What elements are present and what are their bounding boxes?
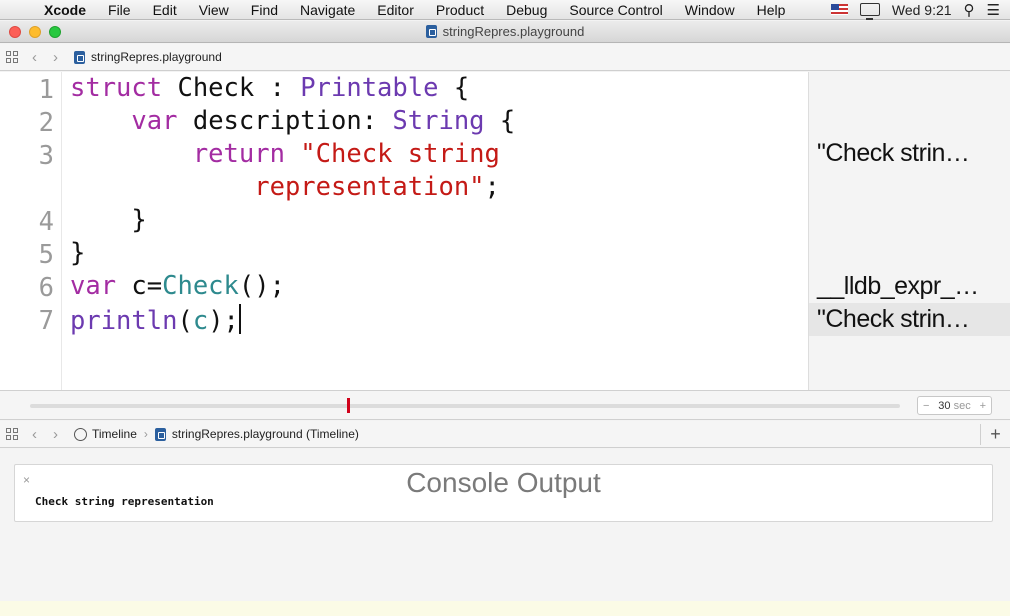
- menu-navigate[interactable]: Navigate: [289, 2, 366, 18]
- notification-center-icon[interactable]: ☰: [987, 1, 1000, 19]
- menu-app-name[interactable]: Xcode: [44, 2, 97, 18]
- back-arrow-icon[interactable]: ‹: [32, 49, 37, 66]
- code-text: {: [438, 73, 470, 103]
- menu-editor[interactable]: Editor: [366, 2, 425, 18]
- code-text: c=: [116, 271, 163, 301]
- back-arrow-icon[interactable]: ‹: [32, 426, 37, 443]
- line-number: 7: [38, 306, 54, 336]
- playground-file-icon: [154, 427, 166, 441]
- string-literal: representation": [254, 172, 485, 202]
- menu-help[interactable]: Help: [746, 2, 797, 18]
- code-line-2[interactable]: var description: String {: [70, 106, 515, 136]
- timeline-track[interactable]: [30, 404, 900, 408]
- code-line-1[interactable]: struct Check : Printable {: [70, 73, 469, 103]
- menu-bar: Xcode File Edit View Find Navigate Edito…: [0, 0, 1010, 20]
- string-literal: "Check string: [284, 139, 500, 169]
- playground-file-icon: [425, 25, 437, 38]
- menu-source-control[interactable]: Source Control: [558, 2, 673, 18]
- console-output-panel: × Console Output Check string representa…: [14, 464, 993, 522]
- code-text: ();: [238, 271, 285, 301]
- function-name: Check: [162, 271, 239, 301]
- code-editor[interactable]: 1 2 3 4 5 6 7 struct Check : Printable {…: [0, 72, 808, 390]
- variable-name: c: [192, 306, 209, 336]
- jump-bar-file[interactable]: stringRepres.playground: [91, 50, 222, 64]
- menu-clock[interactable]: Wed 9:21: [892, 2, 952, 18]
- line-number: 4: [38, 207, 54, 237]
- forward-arrow-icon[interactable]: ›: [53, 426, 58, 443]
- menu-product[interactable]: Product: [425, 2, 495, 18]
- type-name: String: [392, 106, 485, 136]
- menu-file[interactable]: File: [97, 2, 142, 18]
- menu-window[interactable]: Window: [674, 2, 746, 18]
- jump-bar-timeline-file[interactable]: stringRepres.playground (Timeline): [172, 427, 359, 441]
- code-line-4[interactable]: }: [70, 205, 146, 235]
- window-title: stringRepres.playground: [442, 24, 585, 39]
- code-line-7[interactable]: println(c);: [70, 304, 241, 336]
- jump-bar-timeline[interactable]: Timeline: [92, 427, 137, 441]
- minimize-window-button[interactable]: [29, 26, 41, 38]
- add-assistant-editor-button[interactable]: +: [980, 423, 1010, 445]
- line-number: 5: [38, 240, 54, 270]
- related-items-icon[interactable]: [6, 428, 18, 440]
- related-items-icon[interactable]: [6, 51, 18, 63]
- stepper-value: 30: [938, 399, 951, 412]
- playground-file-icon: [74, 50, 85, 64]
- editor-jump-bar: ‹ › stringRepres.playground: [0, 44, 1010, 71]
- line-number: 6: [38, 273, 54, 303]
- keyword: return: [192, 139, 285, 169]
- timeline-bar: − 30 sec +: [0, 390, 1010, 420]
- code-line-5[interactable]: }: [70, 238, 85, 268]
- window-title-bar: stringRepres.playground: [0, 21, 1010, 43]
- text-cursor: [238, 304, 241, 334]
- line-number: 3: [38, 141, 54, 171]
- duration-stepper[interactable]: − 30 sec +: [917, 396, 992, 415]
- timeline-playhead[interactable]: [346, 398, 350, 413]
- zoom-window-button[interactable]: [49, 26, 61, 38]
- function-name: println: [70, 306, 178, 336]
- menu-edit[interactable]: Edit: [142, 2, 188, 18]
- type-name: Printable: [300, 73, 439, 103]
- spotlight-search-icon[interactable]: ⚲: [964, 1, 975, 19]
- breadcrumb-separator-icon: ›: [143, 427, 148, 441]
- code-text: Check :: [162, 73, 301, 103]
- code-line-3[interactable]: return "Check string: [70, 139, 500, 169]
- keyword: var: [70, 271, 117, 301]
- code-text: {: [484, 106, 516, 136]
- results-sidebar: "Check strin… __lldb_expr_… "Check strin…: [808, 72, 1010, 390]
- stepper-increment-button[interactable]: +: [980, 400, 986, 412]
- bottom-strip: [0, 601, 1010, 616]
- line-number: 1: [38, 75, 54, 105]
- keyword: struct: [70, 73, 163, 103]
- menu-extras: Wed 9:21 ⚲ ☰: [830, 1, 1010, 20]
- window-controls: [9, 26, 61, 38]
- input-source-flag-icon[interactable]: [830, 4, 848, 15]
- result-value[interactable]: __lldb_expr_…: [817, 272, 979, 301]
- assistant-jump-bar: ‹ › Timeline › stringRepres.playground (…: [0, 421, 1010, 448]
- timeline-area: × Console Output Check string representa…: [0, 449, 1010, 601]
- keyword: var: [131, 106, 178, 136]
- menu-debug[interactable]: Debug: [495, 2, 558, 18]
- stepper-unit: sec: [953, 399, 971, 412]
- stepper-decrement-button[interactable]: −: [923, 400, 929, 412]
- code-line-3-wrapped[interactable]: representation";: [70, 172, 500, 202]
- console-output-text: Check string representation: [35, 495, 214, 508]
- menu-find[interactable]: Find: [240, 2, 289, 18]
- code-text: description:: [177, 106, 393, 136]
- line-number: 2: [38, 108, 54, 138]
- display-mirroring-icon[interactable]: [859, 3, 880, 20]
- forward-arrow-icon[interactable]: ›: [53, 49, 58, 66]
- code-text: );: [208, 306, 239, 336]
- menu-view[interactable]: View: [188, 2, 240, 18]
- timeline-clock-icon: [74, 427, 87, 441]
- result-value[interactable]: "Check strin…: [817, 305, 970, 334]
- code-line-6[interactable]: var c=Check();: [70, 271, 285, 301]
- code-text: ;: [484, 172, 500, 202]
- code-text: (: [177, 306, 193, 336]
- close-window-button[interactable]: [9, 26, 21, 38]
- result-value[interactable]: "Check strin…: [817, 139, 970, 168]
